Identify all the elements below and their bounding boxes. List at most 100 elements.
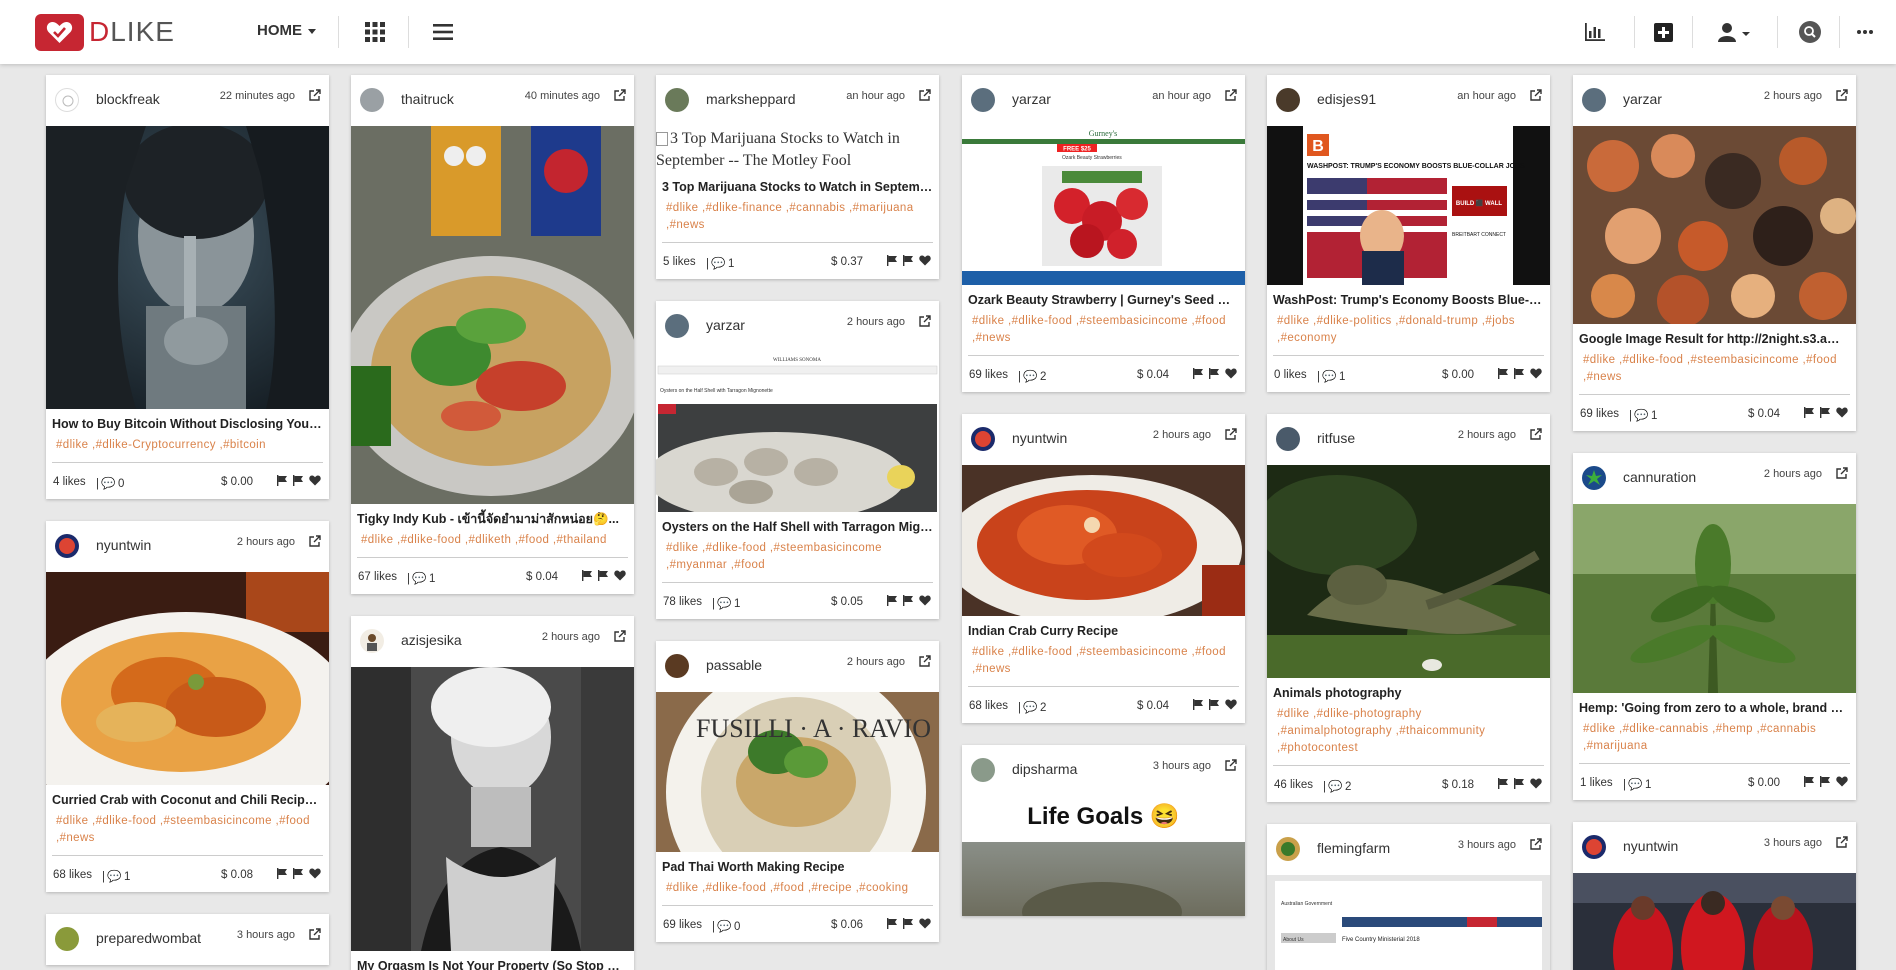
- comment-count[interactable]: | 💬 1: [706, 256, 734, 270]
- post-image[interactable]: FUSILLI · A · RAVIO: [656, 692, 939, 852]
- post-image[interactable]: [1573, 873, 1856, 970]
- post-card[interactable]: flemingfarm 3 hours ago Australian Gover…: [1267, 824, 1550, 970]
- post-image[interactable]: Gurney's FREE $25 Ozark Beauty Strawberrie…: [962, 126, 1245, 285]
- external-link-icon[interactable]: [1530, 88, 1542, 106]
- external-link-icon[interactable]: [309, 927, 321, 945]
- heart-icon[interactable]: [1225, 699, 1237, 710]
- author-name[interactable]: flemingfarm: [1317, 840, 1390, 856]
- heart-icon[interactable]: [309, 475, 321, 486]
- external-link-icon[interactable]: [1225, 88, 1237, 106]
- avatar[interactable]: [55, 88, 79, 112]
- post-title[interactable]: Ozark Beauty Strawberry | Gurney's Seed …: [962, 285, 1245, 309]
- external-link-icon[interactable]: [614, 629, 626, 647]
- post-card[interactable]: nyuntwin 2 hours ago Indian Crab Curry R…: [962, 414, 1245, 723]
- flag-icon[interactable]: [1193, 699, 1203, 710]
- external-link-icon[interactable]: [1225, 758, 1237, 776]
- comment-count[interactable]: | 💬 1: [1629, 408, 1657, 422]
- flag-icon[interactable]: [887, 595, 897, 606]
- post-card[interactable]: yarzar an hour ago Gurney's FREE $25 Ozark…: [962, 75, 1245, 392]
- broken-image-alt[interactable]: 3 Top Marijuana Stocks to Watch in Septe…: [656, 126, 939, 172]
- comment-count[interactable]: | 💬 1: [102, 869, 130, 883]
- post-card[interactable]: passable 2 hours ago FUSILLI · A · RAVIO…: [656, 641, 939, 942]
- comment-count[interactable]: | 💬 0: [96, 476, 124, 490]
- author-name[interactable]: yarzar: [1012, 91, 1051, 107]
- comment-count[interactable]: | 💬 0: [712, 919, 740, 933]
- avatar[interactable]: [971, 758, 995, 782]
- post-tags[interactable]: #dlike ,#dlike-finance ,#cannabis ,#mari…: [656, 196, 939, 242]
- post-card[interactable]: ritfuse 2 hours ago Animals photography …: [1267, 414, 1550, 802]
- post-card[interactable]: nyuntwin 2 hours ago Curried Crab with C…: [46, 521, 329, 892]
- flag-icon[interactable]: [903, 255, 913, 266]
- avatar[interactable]: [1276, 88, 1300, 112]
- post-image[interactable]: [962, 465, 1245, 616]
- post-card[interactable]: cannuration 2 hours ago Hemp: 'Going fro…: [1573, 453, 1856, 800]
- flag-icon[interactable]: [1804, 407, 1814, 418]
- flag-icon[interactable]: [1820, 407, 1830, 418]
- external-link-icon[interactable]: [1225, 427, 1237, 445]
- post-image[interactable]: [46, 126, 329, 409]
- post-tags[interactable]: #dlike ,#dlike-politics ,#donald-trump ,…: [1267, 309, 1550, 355]
- post-tags[interactable]: #dlike ,#dlike-Cryptocurrency ,#bitcoin: [46, 433, 329, 462]
- post-title[interactable]: Animals photography: [1267, 678, 1550, 702]
- flag-icon[interactable]: [598, 570, 608, 581]
- author-name[interactable]: preparedwombat: [96, 930, 201, 946]
- post-title[interactable]: Oysters on the Half Shell with Tarragon …: [656, 512, 939, 536]
- post-title[interactable]: How to Buy Bitcoin Without Disclosing Yo…: [46, 409, 329, 433]
- comment-count[interactable]: | 💬 1: [1623, 777, 1651, 791]
- avatar[interactable]: [55, 534, 79, 558]
- author-name[interactable]: dipsharma: [1012, 761, 1077, 777]
- comment-count[interactable]: | 💬 1: [407, 571, 435, 585]
- heart-icon[interactable]: [614, 570, 626, 581]
- author-name[interactable]: ritfuse: [1317, 430, 1355, 446]
- post-image[interactable]: [1267, 465, 1550, 678]
- author-name[interactable]: yarzar: [1623, 91, 1662, 107]
- avatar[interactable]: [665, 654, 689, 678]
- author-name[interactable]: cannuration: [1623, 469, 1696, 485]
- avatar[interactable]: [1582, 835, 1606, 859]
- author-name[interactable]: marksheppard: [706, 91, 796, 107]
- list-view-icon[interactable]: [431, 20, 455, 44]
- brand-name[interactable]: DLIKE: [89, 16, 175, 48]
- author-name[interactable]: nyuntwin: [1623, 838, 1678, 854]
- author-name[interactable]: edisjes91: [1317, 91, 1376, 107]
- post-image[interactable]: [351, 126, 634, 504]
- external-link-icon[interactable]: [1530, 427, 1542, 445]
- avatar[interactable]: [55, 927, 79, 951]
- flag-icon[interactable]: [903, 918, 913, 929]
- post-tags[interactable]: #dlike ,#dlike-cannabis ,#hemp ,#cannabi…: [1573, 717, 1856, 763]
- flag-icon[interactable]: [887, 918, 897, 929]
- avatar[interactable]: [971, 427, 995, 451]
- heart-icon[interactable]: [919, 918, 931, 929]
- post-tags[interactable]: #dlike ,#dlike-photography ,#animalphoto…: [1267, 702, 1550, 765]
- post-card[interactable]: nyuntwin 3 hours ago: [1573, 822, 1856, 970]
- post-title[interactable]: Tigky Indy Kub - เข้านี้จัดยำมาม่าสักหน่…: [351, 504, 634, 528]
- author-name[interactable]: blockfreak: [96, 91, 160, 107]
- external-link-icon[interactable]: [1530, 837, 1542, 855]
- post-title[interactable]: Indian Crab Curry Recipe: [962, 616, 1245, 640]
- external-link-icon[interactable]: [919, 654, 931, 672]
- avatar[interactable]: [971, 88, 995, 112]
- post-tags[interactable]: #dlike ,#dlike-food ,#steembasicincome ,…: [46, 809, 329, 855]
- post-card[interactable]: blockfreak 22 minutes ago How to Buy Bit…: [46, 75, 329, 499]
- avatar[interactable]: [665, 314, 689, 338]
- flag-icon[interactable]: [1514, 778, 1524, 789]
- flag-icon[interactable]: [1820, 776, 1830, 787]
- post-card[interactable]: edisjes91 an hour ago B WASHPOST: TRUMP'S…: [1267, 75, 1550, 392]
- post-card[interactable]: marksheppard an hour ago 3 Top Marijuana…: [656, 75, 939, 279]
- heart-icon[interactable]: [919, 595, 931, 606]
- flag-icon[interactable]: [1498, 778, 1508, 789]
- stats-chart-icon[interactable]: [1583, 20, 1607, 44]
- post-tags[interactable]: #dlike ,#dlike-food ,#food ,#recipe ,#co…: [656, 876, 939, 905]
- post-card[interactable]: azisjesika 2 hours ago My Orgasm Is Not …: [351, 616, 634, 970]
- external-link-icon[interactable]: [919, 314, 931, 332]
- flag-icon[interactable]: [293, 475, 303, 486]
- author-name[interactable]: nyuntwin: [96, 537, 151, 553]
- post-title[interactable]: Hemp: 'Going from zero to a whole, brand…: [1573, 693, 1856, 717]
- avatar[interactable]: [665, 88, 689, 112]
- post-image[interactable]: B WASHPOST: TRUMP'S ECONOMY BOOSTS BLUE-C…: [1267, 126, 1550, 285]
- heart-icon[interactable]: [1836, 407, 1848, 418]
- heart-icon[interactable]: [1530, 368, 1542, 379]
- author-name[interactable]: thaitruck: [401, 91, 454, 107]
- flag-icon[interactable]: [1193, 368, 1203, 379]
- post-image[interactable]: WILLIAMS SONOMA Oysters on the Half Shell…: [656, 352, 939, 512]
